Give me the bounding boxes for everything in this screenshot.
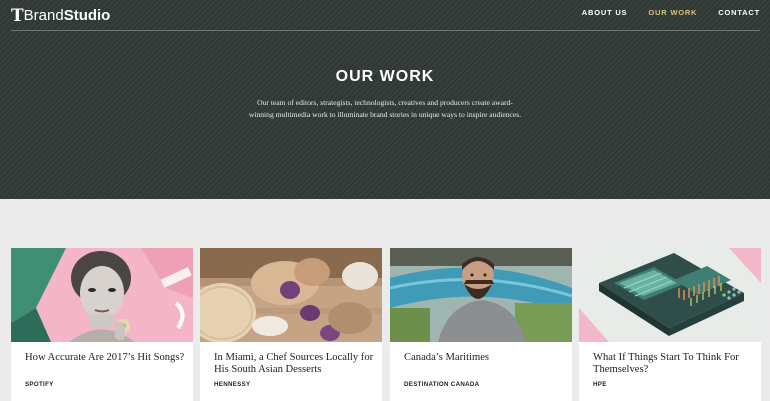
isometric-circuit-illustration — [579, 248, 761, 342]
card-client: HENNESSY — [214, 381, 251, 388]
main-nav: ABOUT US OUR WORK CONTACT — [582, 8, 760, 17]
card-title[interactable]: Canada’s Maritimes — [404, 352, 564, 364]
nav-our-work[interactable]: OUR WORK — [648, 8, 697, 17]
card-image-destination-canada — [390, 248, 572, 342]
brandstudio-logo[interactable]: TBrandStudio — [11, 5, 111, 26]
work-card-spotify[interactable]: How Accurate Are 2017’s Hit Songs? SPOTI… — [11, 248, 193, 401]
card-image-hennessy — [200, 248, 382, 342]
card-client: DESTINATION CANADA — [404, 381, 480, 388]
work-card-destination-canada[interactable]: Canada’s Maritimes DESTINATION CANADA — [390, 248, 572, 401]
chef-dessert-photo — [200, 248, 382, 342]
logo-brand-text: Brand — [23, 7, 64, 24]
card-image-hpe — [579, 248, 761, 342]
hero-description: Our team of editors, strategists, techno… — [248, 98, 522, 119]
card-title[interactable]: How Accurate Are 2017’s Hit Songs? — [25, 352, 185, 364]
card-client: HPE — [593, 381, 607, 388]
work-cards-grid: How Accurate Are 2017’s Hit Songs? SPOTI… — [11, 248, 761, 401]
card-title[interactable]: In Miami, a Chef Sources Locally for His… — [214, 352, 374, 376]
logo-t-mark: T — [11, 6, 24, 26]
card-client: SPOTIFY — [25, 381, 54, 388]
woman-portrait-illustration — [11, 248, 193, 342]
page-title: OUR WORK — [335, 68, 435, 85]
card-image-spotify — [11, 248, 193, 342]
logo-studio-text: Studio — [63, 7, 111, 24]
bearded-man-kayak-photo — [390, 248, 572, 342]
work-card-hennessy[interactable]: In Miami, a Chef Sources Locally for His… — [200, 248, 382, 401]
card-title[interactable]: What If Things Start To Think For Themse… — [593, 352, 753, 376]
nav-about-us[interactable]: ABOUT US — [582, 8, 628, 17]
nav-contact[interactable]: CONTACT — [718, 8, 760, 17]
top-navigation-bar: TBrandStudio ABOUT US OUR WORK CONTACT — [11, 0, 760, 31]
work-card-hpe[interactable]: What If Things Start To Think For Themse… — [579, 248, 761, 401]
hero-banner: TBrandStudio ABOUT US OUR WORK CONTACT O… — [0, 0, 770, 199]
